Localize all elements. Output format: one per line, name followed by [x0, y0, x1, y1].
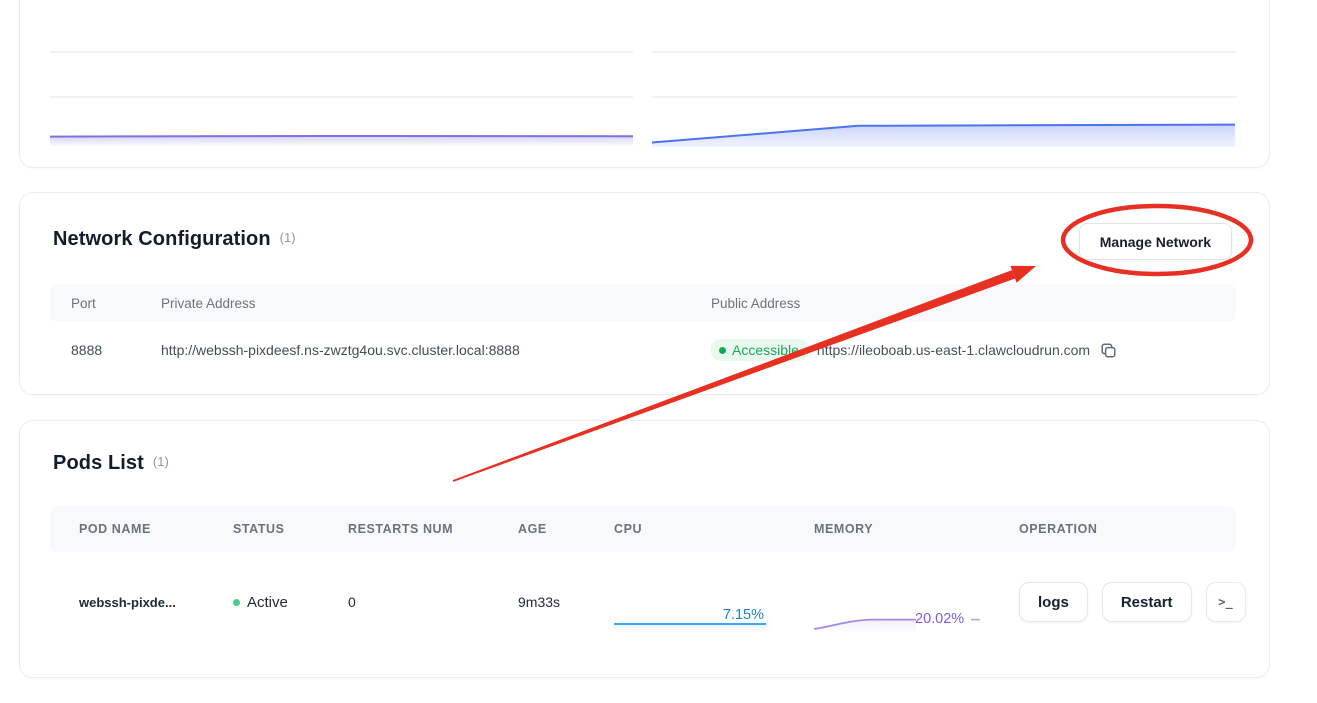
column-public-address: Public Address [711, 296, 1236, 311]
metrics-overview-card [19, 0, 1270, 168]
network-configuration-card: Network Configuration (1) Manage Network… [19, 192, 1270, 395]
pods-list-title: Pods List [53, 452, 144, 475]
terminal-icon: >_ [1218, 595, 1232, 609]
column-status: STATUS [233, 522, 348, 536]
pod-table-row: webssh-pixde... Active 0 9m33s [50, 571, 1236, 631]
accessible-status-badge: Accessible [711, 339, 809, 361]
status-dot-icon [719, 347, 726, 354]
pod-name-value: webssh-pixde... [79, 595, 233, 610]
pod-operations: logs Restart >_ [1019, 582, 1246, 622]
active-status-dot-icon [233, 599, 240, 606]
pods-count-badge: (1) [153, 454, 169, 469]
network-configuration-title: Network Configuration [53, 228, 271, 251]
public-address-link[interactable]: https://ileoboab.us-east-1.clawcloudrun.… [817, 342, 1090, 358]
pods-table-header: POD NAME STATUS RESTARTS NUM AGE CPU MEM… [50, 506, 1236, 552]
column-memory: MEMORY [814, 522, 1019, 536]
column-operation: OPERATION [1019, 522, 1236, 536]
pod-memory-sparkline: 20.02% [814, 585, 980, 633]
copy-icon [1100, 342, 1117, 359]
pod-status: Active [233, 594, 348, 611]
app-page: Network Configuration (1) Manage Network… [0, 0, 1317, 703]
network-table-row: 8888 http://webssh-pixdeesf.ns-zwztg4ou.… [50, 330, 1236, 370]
pods-list-card: Pods List (1) POD NAME STATUS RESTARTS N… [19, 420, 1270, 678]
network-table-header: Port Private Address Public Address [50, 284, 1236, 322]
manage-network-button[interactable]: Manage Network [1079, 223, 1232, 260]
column-port: Port [71, 296, 161, 311]
port-value: 8888 [71, 342, 161, 358]
column-cpu: CPU [614, 522, 814, 536]
terminal-button[interactable]: >_ [1206, 582, 1246, 622]
restart-button[interactable]: Restart [1102, 582, 1192, 622]
pod-cpu-sparkline: 7.15% [614, 586, 766, 630]
column-restarts-num: RESTARTS NUM [348, 522, 518, 536]
age-value: 9m33s [518, 594, 614, 610]
restarts-value: 0 [348, 594, 518, 610]
copy-address-button[interactable] [1098, 340, 1119, 361]
memory-value-label: 20.02% [915, 611, 964, 627]
logs-button[interactable]: logs [1019, 582, 1088, 622]
cpu-value-label: 7.15% [723, 607, 764, 623]
network-count-badge: (1) [280, 230, 296, 245]
column-age: AGE [518, 522, 614, 536]
column-pod-name: POD NAME [79, 522, 233, 536]
column-private-address: Private Address [161, 296, 711, 311]
private-address-value: http://webssh-pixdeesf.ns-zwztg4ou.svc.c… [161, 342, 711, 358]
